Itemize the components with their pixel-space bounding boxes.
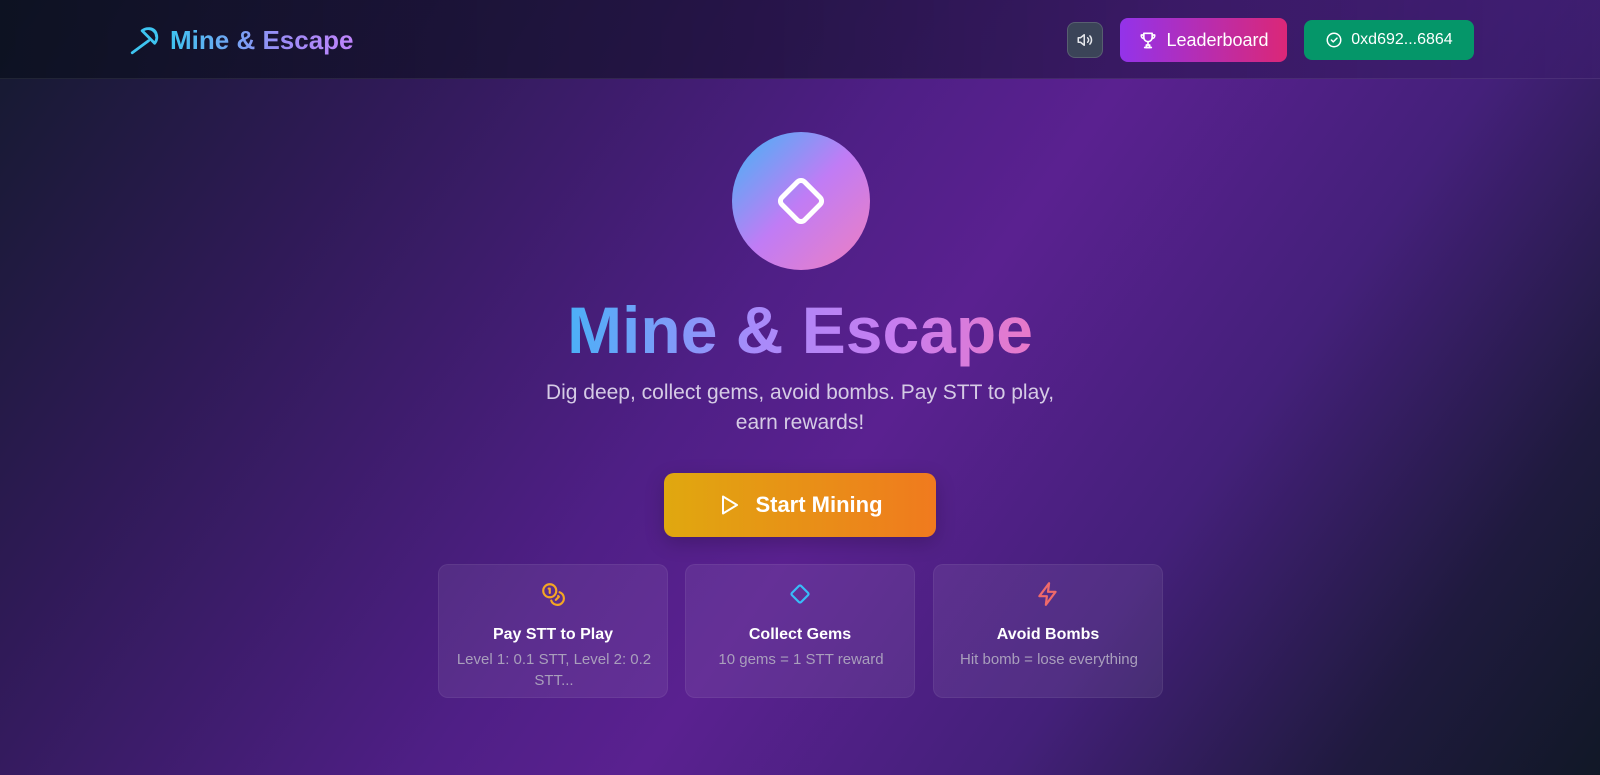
coins-icon [542, 583, 565, 606]
pickaxe-icon [130, 27, 159, 55]
diamond-icon [777, 177, 825, 225]
feature-title: Collect Gems [748, 626, 852, 643]
feature-description: 10 gems = 1 STT reward [718, 651, 884, 668]
play-icon [722, 495, 739, 515]
hero-subtitle: Dig deep, collect gems, avoid bombs. Pay… [545, 381, 1055, 434]
check-circle-icon [1326, 32, 1342, 48]
start-mining-button[interactable]: Start Mining [664, 473, 936, 537]
feature-card-pay: Pay STT to Play Level 1: 0.1 STT, Level … [438, 564, 668, 698]
feature-title: Pay STT to Play [492, 626, 614, 643]
sound-toggle-button[interactable] [1067, 22, 1103, 58]
feature-card-bombs: Avoid Bombs Hit bomb = lose everything [933, 564, 1163, 698]
brand-logo[interactable]: Mine & Escape [128, 22, 354, 58]
wallet-address: 0xd692...6864 [1351, 31, 1453, 48]
start-mining-label: Start Mining [755, 492, 883, 517]
gem-icon [790, 584, 810, 604]
leaderboard-button[interactable]: Leaderboard [1120, 18, 1287, 62]
brand-title: Mine & Escape [170, 24, 354, 55]
lightning-icon [1038, 582, 1057, 606]
trophy-icon [1140, 32, 1156, 49]
leaderboard-label: Leaderboard [1166, 29, 1269, 50]
feature-description: Hit bomb = lose everything [959, 651, 1138, 668]
hero-title: Mine & Escape [567, 293, 1033, 367]
wallet-address-button[interactable]: 0xd692...6864 [1304, 20, 1474, 60]
speaker-icon [1077, 34, 1093, 46]
top-navbar: Mine & Escape Leaderboard 0xd692...6864 [0, 0, 1600, 79]
feature-title: Avoid Bombs [996, 626, 1100, 643]
feature-card-gems: Collect Gems 10 gems = 1 STT reward [685, 564, 915, 698]
hero-logo [732, 132, 870, 270]
feature-description: Level 1: 0.1 STT, Level 2: 0.2 STT... [456, 651, 652, 689]
